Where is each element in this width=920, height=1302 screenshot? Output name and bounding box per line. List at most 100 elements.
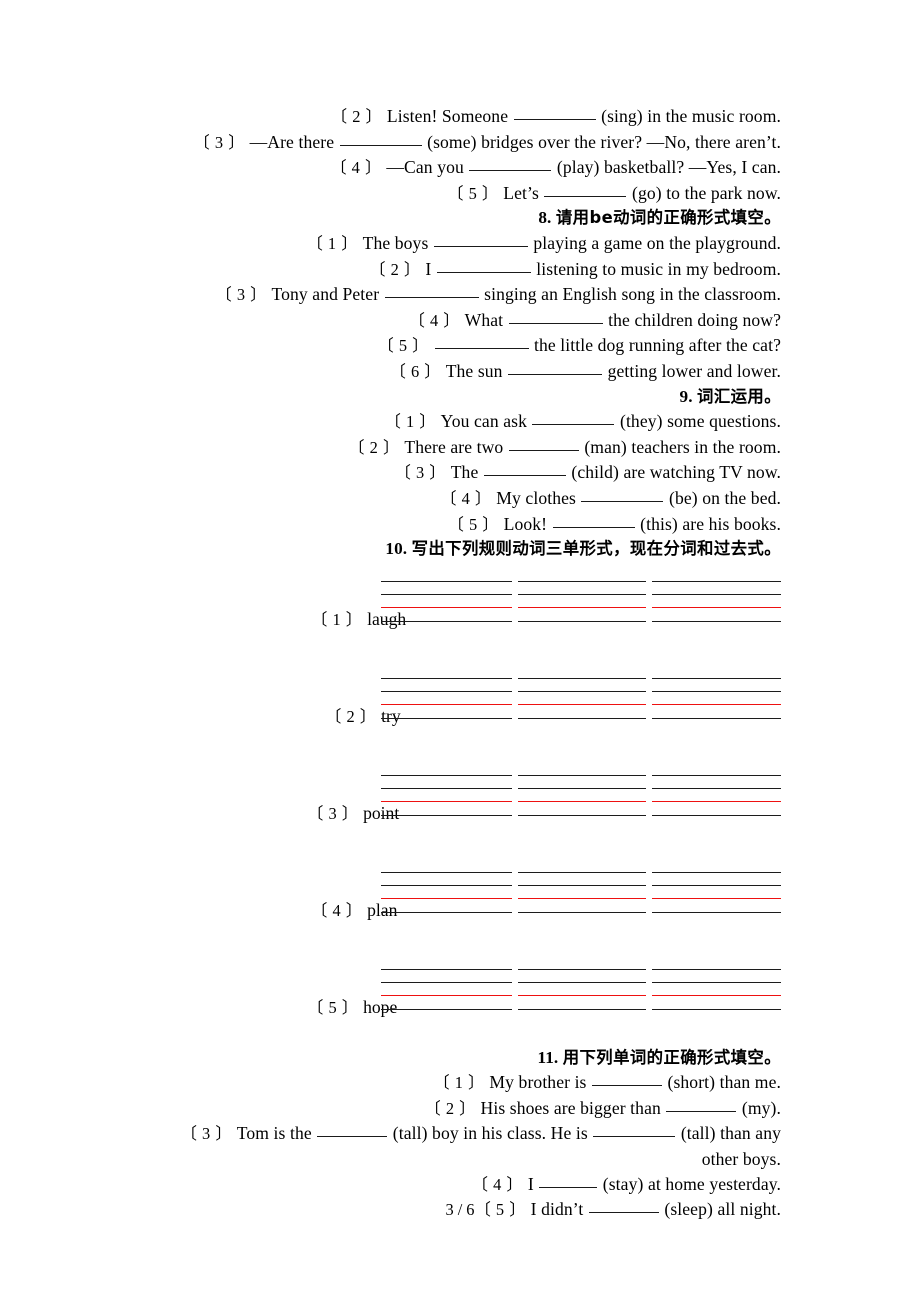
question-item-continuation: other boys. <box>139 1147 781 1172</box>
item-number: 〔 3 〕 <box>180 1124 233 1144</box>
item-text-continuation: other boys. <box>701 1149 781 1170</box>
item-text-after: the children doing now? <box>608 309 781 330</box>
guide-column-3[interactable] <box>652 968 781 1013</box>
guide-line-top <box>652 580 781 582</box>
question-item: 〔 6 〕 The sun getting lower and lower. <box>139 359 781 385</box>
guide-column-2[interactable] <box>518 968 646 1013</box>
guide-line-bottom <box>381 911 512 913</box>
item-text-before: The sun <box>445 360 503 381</box>
guide-column-1[interactable] <box>381 871 512 916</box>
guide-line-bottom <box>381 1008 512 1010</box>
guide-column-2[interactable] <box>518 580 646 625</box>
exercise-heading-text: 请用be动词的正确形式填空。 <box>555 208 781 228</box>
guide-line-red-baseline <box>518 994 646 996</box>
item-number: 〔 2 〕 <box>330 107 383 126</box>
answer-blank[interactable] <box>339 132 422 146</box>
guide-line-top <box>518 871 646 873</box>
guide-line-top <box>652 968 781 970</box>
guide-column-2[interactable] <box>518 774 646 819</box>
guide-line-bottom <box>652 911 781 913</box>
answer-blank[interactable] <box>592 1072 662 1087</box>
answer-blank-secondary[interactable] <box>593 1123 676 1138</box>
guide-line-red-baseline <box>381 703 512 705</box>
question-item: 〔 3 〕 Tom is the (tall) boy in his class… <box>139 1121 781 1147</box>
item-text-after: (tall) boy in his class. He is <box>392 1123 588 1144</box>
answer-blank[interactable] <box>508 361 603 375</box>
item-text-after: listening to music in my bedroom. <box>536 258 781 279</box>
answer-blank[interactable] <box>552 514 635 528</box>
guide-line-top <box>381 871 512 873</box>
guide-line-bottom <box>652 717 781 719</box>
item-number: 〔 1 〕 <box>384 412 437 432</box>
answer-blank[interactable] <box>581 488 664 502</box>
guide-line-upper-mid <box>381 884 512 886</box>
item-number: 〔 5 〕 <box>447 514 500 534</box>
guide-line-top <box>518 774 646 776</box>
guide-line-red-baseline <box>381 897 512 899</box>
guide-line-red-baseline <box>381 800 512 802</box>
guide-line-top <box>518 677 646 679</box>
exercise-heading: 10. 写出下列规则动词三单形式，现在分词和过去式。 <box>139 537 781 562</box>
guide-line-red-baseline <box>518 800 646 802</box>
item-text-before: —Are there <box>249 131 335 152</box>
item-text-after: playing a game on the playground. <box>533 232 781 253</box>
exercise-block-9: 9. 词汇运用。 〔 1 〕 You can ask (they) some q… <box>139 385 781 538</box>
answer-blank[interactable] <box>544 183 627 197</box>
guide-line-bottom <box>381 620 512 622</box>
exercise-heading-text: 词汇运用。 <box>697 386 781 406</box>
guide-line-upper-mid <box>518 884 646 886</box>
item-text-before: Tony and Peter <box>271 284 380 305</box>
item-text-before: What <box>464 309 504 330</box>
item-text-after: (my). <box>741 1097 781 1118</box>
guide-column-1[interactable] <box>381 774 512 819</box>
exercise-heading-text: 写出下列规则动词三单形式，现在分词和过去式。 <box>411 539 781 559</box>
guide-column-3[interactable] <box>652 580 781 625</box>
page-number-total: 6 <box>466 1200 475 1219</box>
answer-blank[interactable] <box>436 259 531 273</box>
page-footer: 3/6 <box>0 1200 920 1220</box>
question-item: 〔 1 〕 My brother is (short) than me. <box>139 1070 781 1096</box>
answer-blank[interactable] <box>539 1174 598 1188</box>
question-item: 〔 2 〕 I listening to music in my bedroom… <box>139 257 781 283</box>
guide-column-3[interactable] <box>652 871 781 916</box>
guide-line-top <box>652 677 781 679</box>
question-item: 〔 5 〕 Let’s (go) to the park now. <box>139 181 781 207</box>
guide-column-2[interactable] <box>518 871 646 916</box>
item-text-after: singing an English song in the classroom… <box>484 284 781 305</box>
item-number: 〔 4 〕 <box>330 158 382 178</box>
guide-line-bottom <box>381 717 512 719</box>
answer-blank[interactable] <box>513 106 596 120</box>
guide-line-upper-mid <box>381 787 512 789</box>
item-number: 〔 4 〕 <box>408 310 461 330</box>
answer-blank[interactable] <box>508 310 603 324</box>
question-item: 〔 3 〕 —Are there (some) bridges over the… <box>139 130 781 156</box>
question-item: 〔 2 〕 There are two (man) teachers in th… <box>139 435 781 461</box>
answer-blank[interactable] <box>469 157 552 172</box>
guide-line-red-baseline <box>652 606 781 608</box>
answer-blank[interactable] <box>433 233 528 247</box>
answer-blank[interactable] <box>384 284 479 299</box>
answer-blank[interactable] <box>666 1098 737 1112</box>
answer-blank[interactable] <box>483 462 566 477</box>
guide-line-red-baseline <box>652 897 781 899</box>
guide-column-1[interactable] <box>381 677 512 722</box>
guide-line-bottom <box>518 717 646 719</box>
guide-column-1[interactable] <box>381 968 512 1013</box>
guide-line-upper-mid <box>381 690 512 692</box>
answer-blank[interactable] <box>434 335 529 350</box>
question-item: 〔 1 〕 The boys playing a game on the pla… <box>139 231 781 257</box>
item-text-before: His shoes are bigger than <box>480 1097 661 1118</box>
guide-column-3[interactable] <box>652 677 781 722</box>
guide-column-2[interactable] <box>518 677 646 722</box>
answer-blank[interactable] <box>532 411 615 426</box>
exercise-number: 8. <box>538 208 552 228</box>
item-text-before: Tom is the <box>236 1123 312 1144</box>
worksheet-content: 〔 2 〕 Listen! Someone (sing) in the musi… <box>139 104 781 1223</box>
guide-column-3[interactable] <box>652 774 781 819</box>
guide-line-upper-mid <box>381 593 512 595</box>
answer-blank[interactable] <box>317 1123 388 1138</box>
writing-guide-area: 〔 1 〕 laugh 〔 2 〕 try 〔 3 〕 point 〔 4 〕 … <box>139 572 781 1042</box>
guide-column-1[interactable] <box>381 580 512 625</box>
answer-blank[interactable] <box>508 437 579 451</box>
item-text-after-2: (tall) than any <box>680 1123 781 1144</box>
